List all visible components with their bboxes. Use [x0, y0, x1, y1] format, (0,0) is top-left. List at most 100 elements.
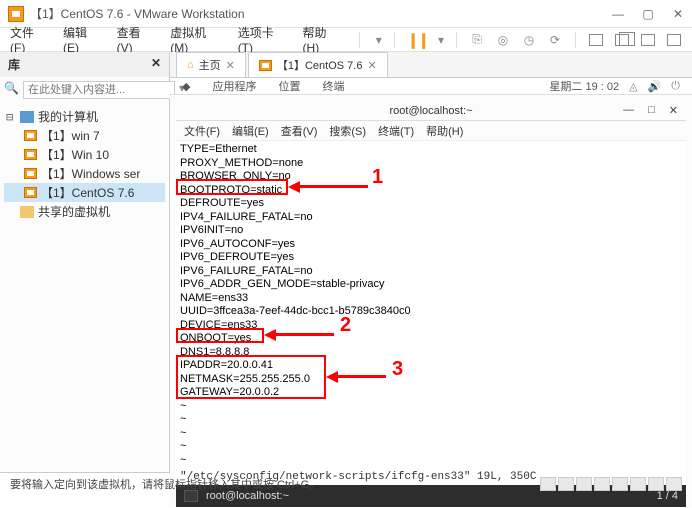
term-menu-search[interactable]: 搜索(S): [329, 123, 366, 139]
menu-edit[interactable]: 编辑(E): [63, 24, 103, 55]
tree-root-my-computer[interactable]: ⊟ 我的计算机: [4, 107, 165, 126]
terminal-line: DEFROUTE=yes: [180, 197, 682, 211]
menu-help[interactable]: 帮助(H): [303, 24, 343, 55]
fullscreen-icon[interactable]: [588, 32, 604, 48]
terminal-line: DNS1=8.8.8.8: [180, 346, 682, 360]
send-keys-icon[interactable]: ⎘: [469, 32, 485, 48]
vmware-icon: [8, 6, 24, 22]
activities-icon[interactable]: ◆: [182, 80, 190, 93]
terminal-title: root@localhost:~: [389, 105, 472, 117]
device-icon[interactable]: [648, 477, 664, 491]
snapshot-icon[interactable]: ◎: [495, 32, 511, 48]
term-menu-terminal[interactable]: 终端(T): [378, 123, 414, 139]
tree-label: 【1】CentOS 7.6: [41, 184, 134, 201]
snapshot-manager-icon[interactable]: ◷: [521, 32, 537, 48]
power-icon[interactable]: ⏻: [671, 80, 680, 93]
terminal-line: UUID=3ffcea3a-7eef-44dc-bcc1-b5789c3840c…: [180, 305, 682, 319]
workspace-indicator[interactable]: 1 / 4: [657, 490, 678, 502]
device-icon[interactable]: [576, 477, 592, 491]
vm-icon: [259, 60, 272, 71]
annotation-number-2: 2: [340, 319, 351, 333]
terminal-content[interactable]: TYPE=EthernetPROXY_METHOD=noneBROWSER_ON…: [176, 141, 686, 469]
term-maximize-button[interactable]: □: [648, 104, 655, 117]
terminal-titlebar: root@localhost:~ — □ ✕: [176, 101, 686, 121]
terminal-line: PROXY_METHOD=none: [180, 157, 682, 171]
term-menu-view[interactable]: 查看(V): [281, 123, 318, 139]
tab-bar: ⌂ 主页 ✕ 【1】CentOS 7.6 ✕: [170, 52, 692, 78]
tree-vm-item[interactable]: 【1】Windows ser: [4, 164, 165, 183]
tree-label: 共享的虚拟机: [38, 203, 110, 220]
tab-close-icon[interactable]: ✕: [367, 59, 376, 72]
terminal-line: TYPE=Ethernet: [180, 143, 682, 157]
volume-icon[interactable]: 🔊: [648, 80, 662, 93]
tab-label: 【1】CentOS 7.6: [277, 57, 363, 73]
menu-file[interactable]: 文件(F): [10, 24, 49, 55]
panel-terminal[interactable]: 终端: [322, 78, 344, 94]
close-button[interactable]: ✕: [672, 7, 684, 21]
console-icon[interactable]: [640, 32, 656, 48]
status-text: 要将输入定向到该虚拟机，请将鼠标指针移入其中或按 Ctrl+G。: [10, 476, 320, 492]
panel-clock[interactable]: 星期二 19 : 02: [549, 78, 619, 94]
window-titlebar: 【1】CentOS 7.6 - VMware Workstation — ▢ ✕: [0, 0, 692, 28]
tree-vm-item[interactable]: 【1】Win 10: [4, 145, 165, 164]
terminal-line: GATEWAY=20.0.0.2: [180, 386, 682, 400]
library-search-input[interactable]: [23, 81, 175, 99]
tab-close-icon[interactable]: ✕: [226, 59, 235, 72]
minimize-button[interactable]: —: [612, 7, 624, 21]
term-minimize-button[interactable]: —: [623, 104, 634, 117]
term-close-button[interactable]: ✕: [669, 104, 678, 117]
maximize-button[interactable]: ▢: [642, 7, 654, 21]
toolbar: ▾ ❙❙ ▾ ⎘ ◎ ◷ ⟳: [376, 31, 682, 49]
library-sidebar: 库 ✕ 🔍 ▾ ⊟ 我的计算机 【1】win 7 【1】Win 10 【1】Wi…: [0, 52, 170, 472]
device-icon[interactable]: [630, 477, 646, 491]
tab-home[interactable]: ⌂ 主页 ✕: [176, 52, 246, 77]
terminal-line: IPV4_FAILURE_FATAL=no: [180, 211, 682, 225]
dropdown-icon[interactable]: ▾: [438, 33, 444, 47]
device-icon[interactable]: [540, 477, 556, 491]
unity-icon[interactable]: [614, 32, 630, 48]
tree-label: 我的计算机: [38, 108, 98, 125]
device-icon[interactable]: [558, 477, 574, 491]
sidebar-title: 库: [8, 56, 20, 73]
tree-vm-item[interactable]: 【1】win 7: [4, 126, 165, 145]
terminal-line: ~: [180, 454, 682, 468]
sidebar-header: 库 ✕: [0, 52, 169, 77]
annotation-number-1: 1: [372, 171, 383, 185]
terminal-line: NETMASK=255.255.255.0: [180, 373, 682, 387]
terminal-line: IPV6INIT=no: [180, 224, 682, 238]
device-icon[interactable]: [666, 477, 682, 491]
term-menu-help[interactable]: 帮助(H): [426, 123, 463, 139]
guest-top-panel: ◆ 应用程序 位置 终端 星期二 19 : 02 ◬ 🔊 ⏻: [170, 78, 692, 95]
pause-icon[interactable]: ❙❙: [407, 31, 428, 49]
tree-label: 【1】Win 10: [41, 146, 109, 163]
dropdown-icon[interactable]: ▾: [376, 33, 382, 47]
terminal-tab-label[interactable]: root@localhost:~: [206, 490, 289, 502]
annotation-number-3: 3: [392, 363, 403, 377]
device-icon[interactable]: [612, 477, 628, 491]
panel-applications[interactable]: 应用程序: [212, 78, 256, 94]
main-menubar: 文件(F) 编辑(E) 查看(V) 虚拟机(M) 选项卡(T) 帮助(H) ▾ …: [0, 28, 692, 52]
terminal-line: ~: [180, 427, 682, 441]
tab-vm-active[interactable]: 【1】CentOS 7.6 ✕: [248, 52, 388, 77]
term-menu-file[interactable]: 文件(F): [184, 123, 220, 139]
device-icon[interactable]: [594, 477, 610, 491]
menu-view[interactable]: 查看(V): [117, 24, 157, 55]
window-title: 【1】CentOS 7.6 - VMware Workstation: [30, 5, 612, 22]
terminal-line: IPADDR=20.0.0.41: [180, 359, 682, 373]
menu-tabs[interactable]: 选项卡(T): [238, 24, 289, 55]
tree-shared-vms[interactable]: 共享的虚拟机: [4, 202, 165, 221]
menu-vm[interactable]: 虚拟机(M): [170, 24, 223, 55]
term-menu-edit[interactable]: 编辑(E): [232, 123, 269, 139]
tree-vm-item-selected[interactable]: 【1】CentOS 7.6: [4, 183, 165, 202]
revert-icon[interactable]: ⟳: [547, 32, 563, 48]
network-icon[interactable]: ◬: [629, 80, 637, 93]
panel-places[interactable]: 位置: [278, 78, 300, 94]
stretch-icon[interactable]: [666, 32, 682, 48]
terminal-line: IPV6_AUTOCONF=yes: [180, 238, 682, 252]
terminal-line: ~: [180, 413, 682, 427]
sidebar-close-icon[interactable]: ✕: [151, 56, 161, 73]
terminal-line: NAME=ens33: [180, 292, 682, 306]
terminal-line: IPV6_DEFROUTE=yes: [180, 251, 682, 265]
device-tray: [540, 477, 682, 491]
terminal-line: ~: [180, 440, 682, 454]
